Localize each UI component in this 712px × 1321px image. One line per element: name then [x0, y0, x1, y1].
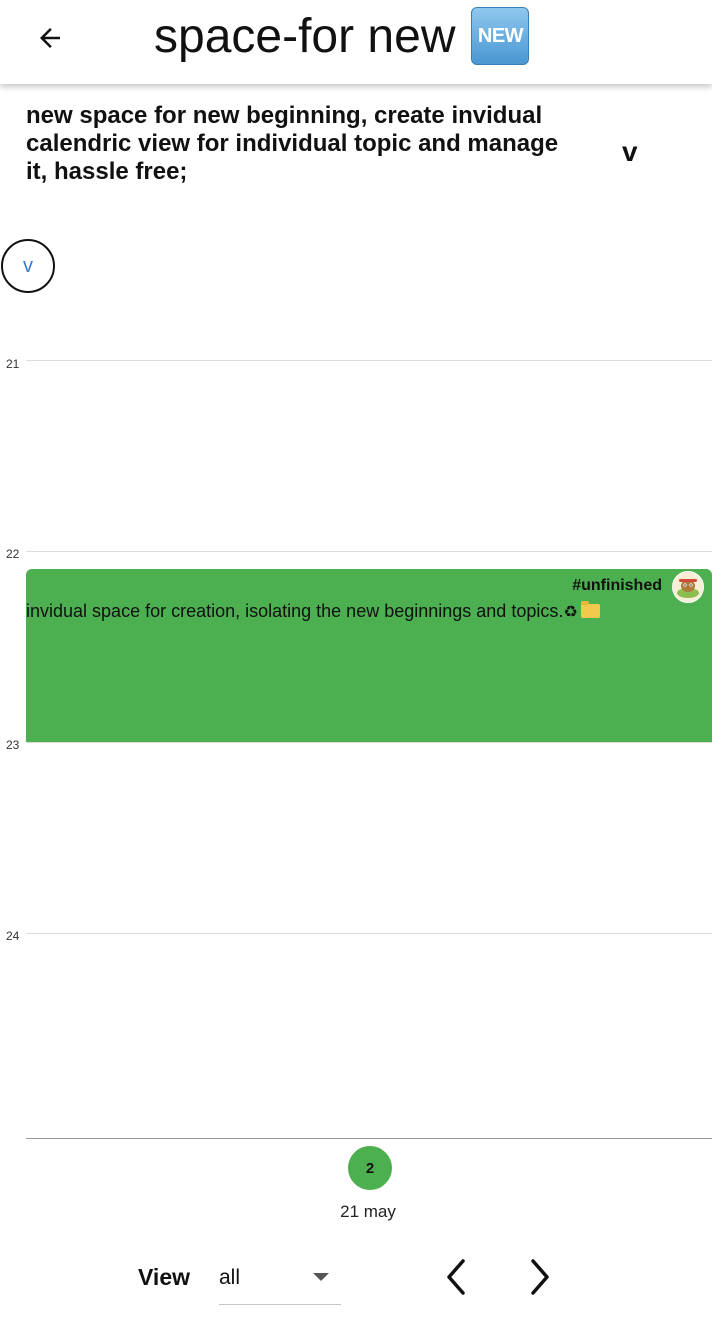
day-event-count-badge[interactable]: 2	[348, 1146, 392, 1190]
hour-divider	[26, 933, 712, 934]
folder-icon	[580, 601, 600, 618]
chevron-right-icon	[531, 1259, 549, 1295]
day-date-label: 21 may	[340, 1202, 396, 1221]
recycle-icon: ♻	[563, 602, 578, 621]
caret-down-icon	[313, 1273, 329, 1281]
back-button[interactable]	[28, 16, 72, 60]
hour-divider	[26, 551, 712, 552]
hour-label-24: 24	[6, 929, 20, 943]
footer-divider	[26, 1138, 712, 1139]
app-bar: space-for new NEW	[0, 0, 712, 84]
event-text-row: invidual space for creation, isolating t…	[26, 601, 600, 622]
view-label: View	[138, 1264, 190, 1290]
description-expand-toggle[interactable]: v	[622, 136, 638, 168]
calendar-event[interactable]: #unfinished invidual space for creation,…	[26, 569, 712, 742]
page-title: space-for new	[154, 9, 456, 63]
hour-label-21: 21	[6, 357, 20, 371]
new-badge-icon: NEW	[471, 7, 530, 65]
view-filter-select[interactable]: all	[219, 1260, 341, 1305]
previous-day-button[interactable]	[434, 1254, 478, 1300]
arrow-left-icon	[40, 28, 60, 48]
event-tag: #unfinished	[572, 577, 662, 594]
avatar-icon[interactable]	[672, 571, 704, 603]
next-day-button[interactable]	[518, 1254, 562, 1300]
hour-divider	[26, 742, 712, 743]
chevron-left-icon	[447, 1259, 465, 1295]
collapse-circle-button[interactable]: v	[1, 239, 55, 293]
event-title: invidual space for creation, isolating t…	[26, 601, 564, 621]
space-description: new space for new beginning, create invi…	[26, 102, 559, 185]
hour-label-22: 22	[6, 547, 20, 561]
hour-label-23: 23	[6, 738, 20, 752]
title-area: space-for new NEW	[154, 4, 530, 68]
view-filter-value: all	[219, 1266, 241, 1289]
hour-divider	[26, 360, 712, 361]
